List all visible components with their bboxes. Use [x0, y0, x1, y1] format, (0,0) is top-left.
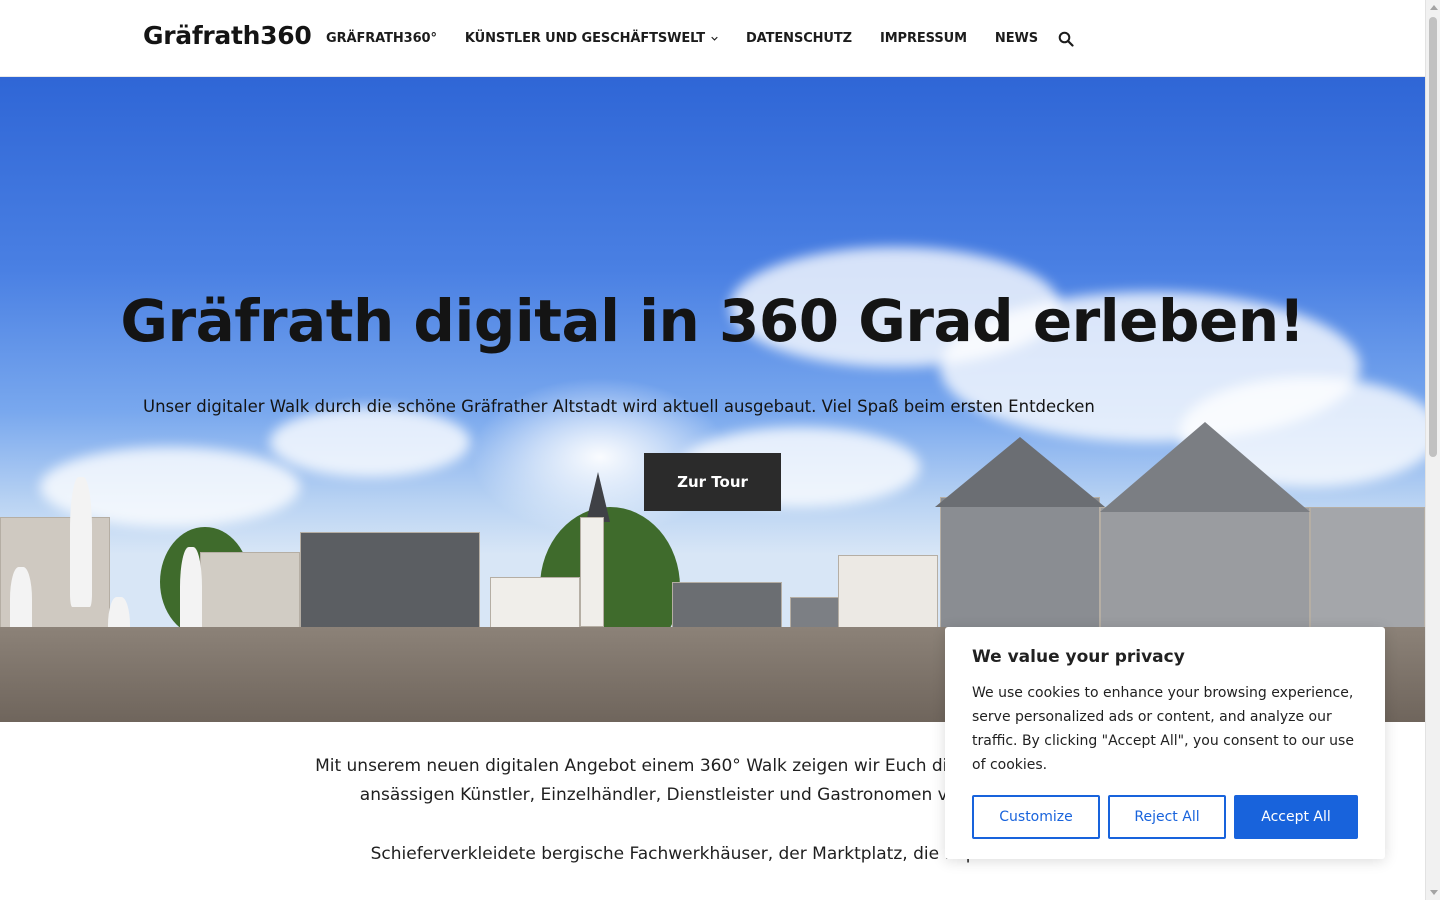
- nav-item-impressum[interactable]: IMPRESSUM: [880, 31, 967, 46]
- cookie-consent-banner: We value your privacy We use cookies to …: [945, 627, 1385, 859]
- scrollbar-thumb[interactable]: [1429, 17, 1437, 457]
- reject-all-button[interactable]: Reject All: [1108, 795, 1226, 839]
- nav-item-label: GRÄFRATH360°: [326, 31, 437, 46]
- cookie-title: We value your privacy: [972, 647, 1185, 667]
- nav-item-label: IMPRESSUM: [879, 31, 967, 46]
- hero-section: Gräfrath digital in 360 Grad erleben! Un…: [0, 77, 1425, 722]
- nav-item-label: DATENSCHUTZ: [745, 31, 852, 46]
- nav-item-label: NEWS: [994, 31, 1038, 46]
- cookie-buttons: Customize Reject All Accept All: [972, 795, 1358, 839]
- nav-item-news[interactable]: NEWS: [995, 31, 1038, 46]
- nav-item-grafrath360[interactable]: GRÄFRATH360°: [326, 31, 437, 46]
- search-icon[interactable]: [1058, 31, 1074, 47]
- page-scrollbar[interactable]: [1425, 0, 1440, 900]
- main-nav: GRÄFRATH360° KÜNSTLER UND GESCHÄFTSWELT …: [326, 0, 1074, 77]
- nav-item-kuenstler[interactable]: KÜNSTLER UND GESCHÄFTSWELT: [465, 31, 718, 46]
- hero-title: Gräfrath digital in 360 Grad erleben!: [120, 287, 1305, 355]
- scroll-down-icon[interactable]: [1430, 890, 1438, 895]
- site-logo-link[interactable]: Gräfrath360: [143, 21, 312, 50]
- tour-button[interactable]: Zur Tour: [644, 453, 781, 511]
- cookie-text: We use cookies to enhance your browsing …: [972, 685, 1354, 773]
- customize-button[interactable]: Customize: [972, 795, 1100, 839]
- scroll-up-icon[interactable]: [1430, 5, 1438, 10]
- site-header: Gräfrath360 GRÄFRATH360° KÜNSTLER UND GE…: [0, 0, 1425, 77]
- nav-item-label: KÜNSTLER UND GESCHÄFTSWELT: [464, 31, 705, 46]
- accept-all-button[interactable]: Accept All: [1234, 795, 1358, 839]
- nav-item-datenschutz[interactable]: DATENSCHUTZ: [746, 31, 852, 46]
- hero-subtitle: Unser digitaler Walk durch die schöne Gr…: [143, 397, 1095, 416]
- chevron-down-icon: [711, 36, 718, 41]
